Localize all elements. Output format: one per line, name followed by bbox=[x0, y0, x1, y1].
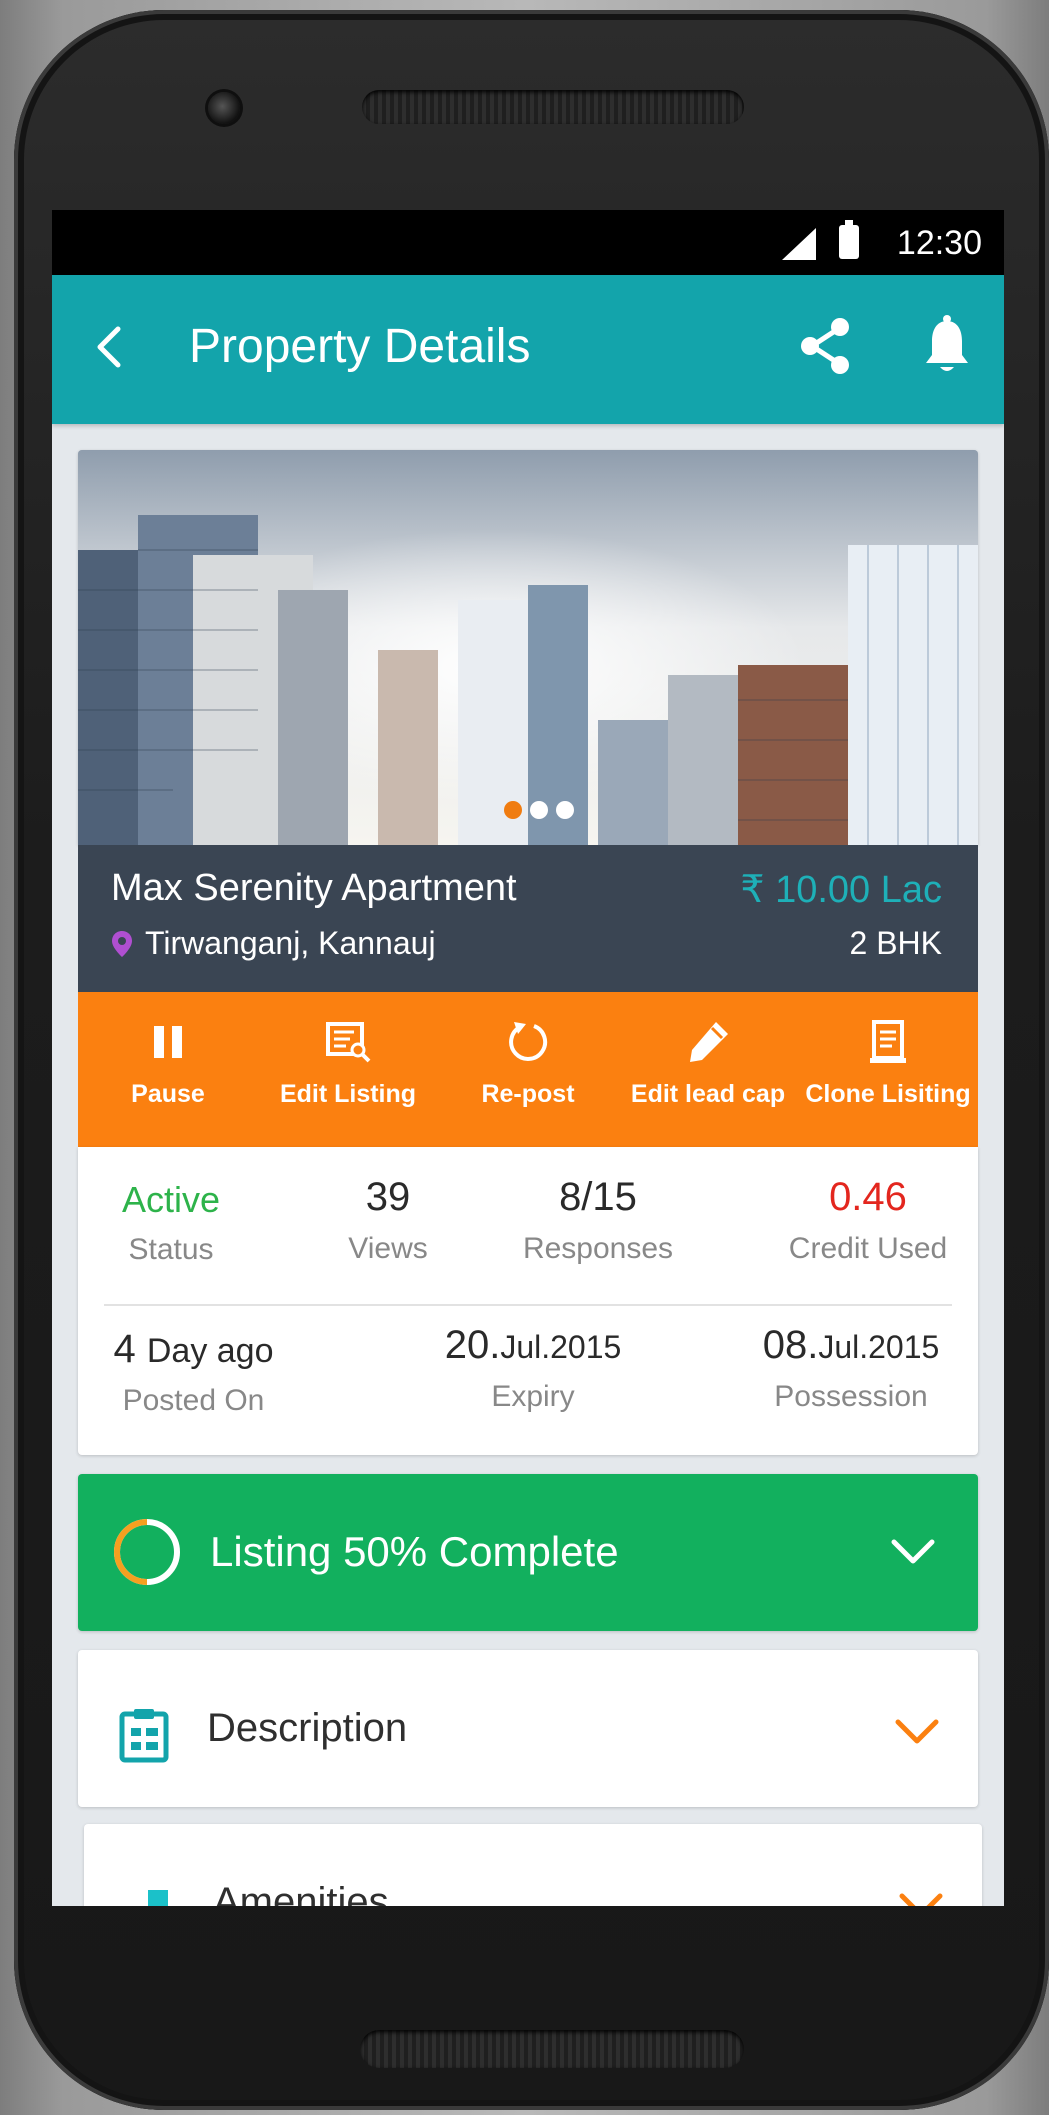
expiry-label: Expiry bbox=[491, 1380, 575, 1413]
posted-unit: Day ago bbox=[146, 1332, 274, 1370]
repost-label: Re-post bbox=[481, 1080, 575, 1108]
edit-listing-label: Edit Listing bbox=[279, 1080, 417, 1108]
edit-lead-cap-label: Edit lead cap bbox=[630, 1080, 786, 1108]
page-title: Property Details bbox=[189, 320, 531, 373]
amenities-section[interactable]: Amenities bbox=[84, 1824, 982, 1906]
status-label: Status bbox=[128, 1233, 214, 1266]
responses-label: Responses bbox=[522, 1232, 674, 1265]
possession-stat: 08.Jul.2015 Possession bbox=[746, 1323, 956, 1414]
possession-value: 08.Jul.2015 bbox=[746, 1323, 956, 1368]
city-skyline-image bbox=[78, 450, 978, 845]
edit-listing-button[interactable]: Edit Listing bbox=[258, 992, 438, 1147]
carousel-dot[interactable] bbox=[556, 801, 574, 819]
edit-lead-cap-button[interactable]: Edit lead cap bbox=[618, 992, 798, 1147]
chevron-down-icon[interactable] bbox=[896, 1886, 946, 1906]
battery-icon bbox=[839, 220, 859, 259]
expiry-value: 20.Jul.2015 bbox=[423, 1323, 643, 1368]
expiry-month-year: Jul.2015 bbox=[500, 1329, 622, 1365]
possession-month-year: Jul.2015 bbox=[818, 1329, 940, 1365]
back-arrow-icon[interactable] bbox=[82, 317, 142, 377]
clone-listing-button[interactable]: Clone Lisiting bbox=[798, 992, 978, 1147]
views-stat: 39 Views bbox=[318, 1175, 458, 1266]
signal-icon bbox=[782, 228, 816, 260]
property-bhk: 2 BHK bbox=[849, 925, 942, 961]
amenities-title: Amenities bbox=[213, 1880, 389, 1906]
bottom-speaker bbox=[360, 2030, 744, 2068]
earpiece-speaker bbox=[362, 90, 744, 124]
credit-label: Credit Used bbox=[788, 1232, 948, 1265]
posted-value: 4 Day ago bbox=[106, 1327, 281, 1372]
posted-stat: 4 Day ago Posted On bbox=[106, 1327, 281, 1418]
description-title: Description bbox=[207, 1706, 408, 1750]
credit-value: 0.46 bbox=[829, 1175, 907, 1219]
progress-text: Listing 50% Complete bbox=[210, 1528, 619, 1575]
progress-arc bbox=[114, 1519, 148, 1585]
posted-number: 4 bbox=[113, 1327, 136, 1371]
property-price: ₹ 10.00 Lac bbox=[740, 869, 942, 911]
chevron-down-icon[interactable] bbox=[892, 1712, 942, 1752]
carousel-dots[interactable] bbox=[504, 801, 574, 819]
clipboard-icon bbox=[119, 1709, 169, 1763]
bell-icon[interactable] bbox=[918, 315, 976, 377]
expiry-day: 20. bbox=[444, 1323, 501, 1367]
location-pin-icon bbox=[112, 930, 132, 957]
status-time: 12:30 bbox=[896, 224, 982, 262]
property-info-bar: Max Serenity Apartment ₹ 10.00 Lac Tirwa… bbox=[78, 845, 978, 992]
views-value: 39 bbox=[365, 1175, 411, 1219]
building-icon bbox=[148, 1890, 168, 1906]
property-name: Max Serenity Apartment bbox=[111, 867, 517, 909]
carousel-dot[interactable] bbox=[504, 801, 522, 819]
stats-divider bbox=[104, 1304, 952, 1306]
property-image-carousel[interactable] bbox=[78, 450, 978, 845]
responses-value: 8/15 bbox=[559, 1175, 637, 1219]
action-bar: Pause Edit Listing Re-post Edit lead cap… bbox=[78, 992, 978, 1147]
expiry-stat: 20.Jul.2015 Expiry bbox=[423, 1323, 643, 1414]
repost-icon bbox=[509, 1022, 548, 1061]
possession-day: 08. bbox=[762, 1323, 819, 1367]
pause-button[interactable]: Pause bbox=[78, 992, 258, 1147]
pause-icon bbox=[154, 1026, 182, 1058]
listing-progress-bar[interactable]: Listing 50% Complete bbox=[78, 1474, 978, 1631]
clone-icon bbox=[870, 1020, 906, 1063]
share-icon[interactable] bbox=[796, 315, 854, 377]
location-text: Tirwanganj, Kannauj bbox=[145, 925, 436, 961]
clone-listing-label: Clone Lisiting bbox=[805, 1080, 971, 1108]
description-section[interactable]: Description bbox=[78, 1650, 978, 1807]
repost-button[interactable]: Re-post bbox=[438, 992, 618, 1147]
front-camera bbox=[208, 92, 240, 124]
progress-ring-icon bbox=[114, 1519, 180, 1585]
listing-stats-card: Active Status 39 Views 8/15 Responses 0.… bbox=[78, 1147, 978, 1455]
pencil-icon bbox=[690, 1022, 728, 1062]
possession-label: Possession bbox=[774, 1380, 928, 1413]
app-bar: Property Details bbox=[52, 275, 1004, 424]
edit-listing-icon bbox=[326, 1022, 371, 1063]
status-stat: Active Status bbox=[106, 1179, 236, 1267]
status-value: Active bbox=[121, 1179, 221, 1220]
status-bar: 12:30 bbox=[52, 210, 1004, 275]
chevron-down-icon[interactable] bbox=[888, 1532, 938, 1572]
pause-label: Pause bbox=[131, 1080, 205, 1108]
posted-label: Posted On bbox=[122, 1384, 265, 1417]
views-label: Views bbox=[348, 1232, 428, 1265]
carousel-dot[interactable] bbox=[530, 801, 548, 819]
app-screen: 12:30 Property Details Max Serenity Apar… bbox=[52, 210, 1004, 1906]
property-location: Tirwanganj, Kannauj bbox=[111, 925, 436, 962]
credit-stat: 0.46 Credit Used bbox=[778, 1175, 958, 1266]
responses-stat: 8/15 Responses bbox=[498, 1175, 698, 1266]
